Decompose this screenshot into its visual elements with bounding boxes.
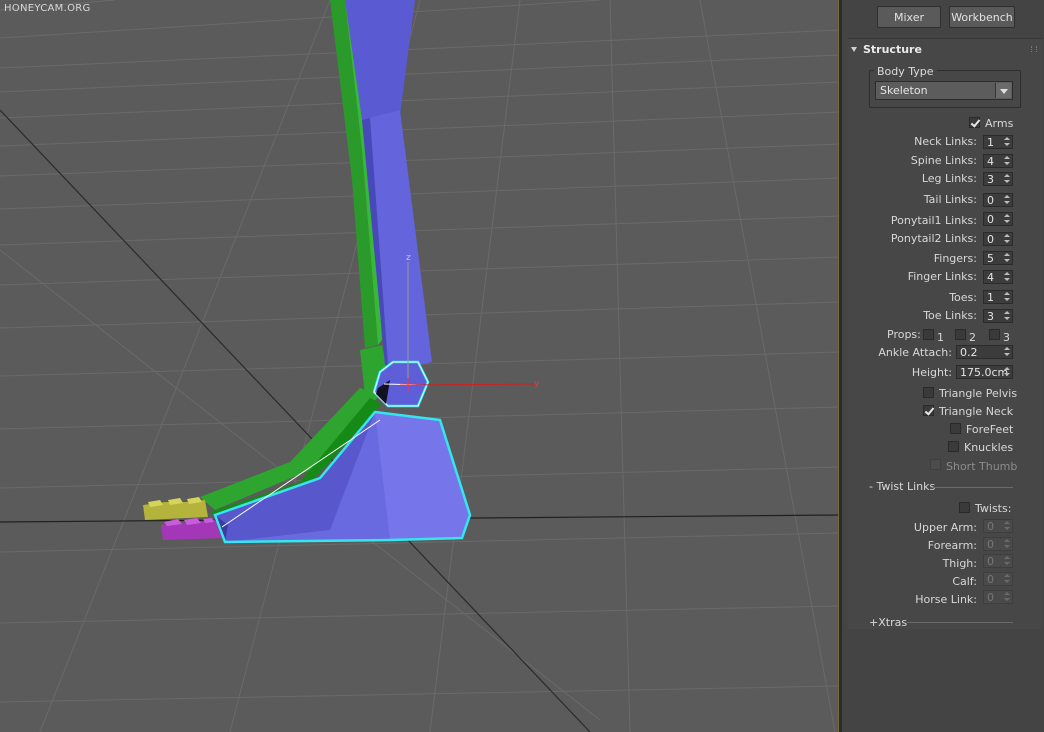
ponytail1-links-spinner[interactable]: 0 xyxy=(983,212,1013,226)
spine-links-spinner[interactable]: 4 xyxy=(983,154,1013,168)
viewport-scene[interactable]: z y xyxy=(0,0,840,732)
spinner-arrows-icon xyxy=(1003,521,1011,531)
ankle-attach-label: Ankle Attach: xyxy=(878,346,952,359)
spinner-arrows-icon xyxy=(1003,367,1011,377)
spinner-arrows-icon xyxy=(1003,137,1011,147)
props-label: Props: xyxy=(887,328,921,341)
twist-links-separator xyxy=(933,487,1013,488)
ponytail2-links-label: Ponytail2 Links: xyxy=(890,232,977,245)
spinner-arrows-icon xyxy=(1003,292,1011,302)
toes-label: Toes: xyxy=(949,291,977,304)
twist-links-section-label[interactable]: - Twist Links xyxy=(869,480,935,493)
mixer-button[interactable]: Mixer xyxy=(877,6,941,28)
knuckles-label: Knuckles xyxy=(964,441,1014,454)
spinner-arrows-icon xyxy=(1003,592,1011,602)
toes-spinner[interactable]: 1 xyxy=(983,290,1013,304)
prop3-label: 3 xyxy=(1003,331,1010,344)
spinner-arrows-icon xyxy=(1003,347,1011,357)
height-label: Height: xyxy=(911,366,952,379)
leg-links-label: Leg Links: xyxy=(921,172,977,185)
upper-arm-spinner[interactable]: 0 xyxy=(983,519,1013,533)
spinner-arrows-icon xyxy=(1003,156,1011,166)
toe-links-spinner[interactable]: 3 xyxy=(983,309,1013,323)
spinner-arrows-icon xyxy=(1003,272,1011,282)
calf-spinner[interactable]: 0 xyxy=(983,572,1013,586)
body-type-dropdown[interactable]: Skeleton xyxy=(875,81,1013,100)
thigh-label: Thigh: xyxy=(942,557,977,570)
leg-links-spinner[interactable]: 3 xyxy=(983,172,1013,186)
viewport-perspective[interactable]: z y HONEYCAM.ORG xyxy=(0,0,840,732)
neck-links-label: Neck Links: xyxy=(914,135,977,148)
viewport-divider[interactable] xyxy=(838,0,842,732)
body-type-label: Body Type xyxy=(874,65,937,78)
body-type-value: Skeleton xyxy=(880,84,928,97)
selected-foot[interactable] xyxy=(213,360,472,544)
arms-label: Arms xyxy=(985,117,1014,130)
short-thumb-label: Short Thumb xyxy=(946,460,1018,473)
horse-link-label: Horse Link: xyxy=(915,593,977,606)
prop2-label: 2 xyxy=(969,331,976,344)
triangle-pelvis-checkbox[interactable] xyxy=(923,387,934,398)
structure-rollout: Structure Body Type Skeleton Arms Neck L… xyxy=(847,38,1043,629)
prop1-checkbox[interactable] xyxy=(923,329,934,340)
axis-z-label: z xyxy=(406,253,411,263)
calf-label: Calf: xyxy=(952,575,977,588)
ponytail2-links-spinner[interactable]: 0 xyxy=(983,232,1013,246)
arms-checkbox[interactable] xyxy=(969,117,980,128)
toe-magenta[interactable] xyxy=(161,518,222,540)
workbench-button[interactable]: Workbench xyxy=(949,6,1015,28)
triangle-pelvis-label: Triangle Pelvis xyxy=(939,387,1018,400)
thigh-spinner[interactable]: 0 xyxy=(983,554,1013,568)
spinner-arrows-icon xyxy=(1003,253,1011,263)
xtras-separator xyxy=(907,622,1013,623)
horse-link-spinner[interactable]: 0 xyxy=(983,590,1013,604)
command-panel: Mixer Workbench Structure Body Type Skel… xyxy=(843,0,1044,732)
forefeet-checkbox[interactable] xyxy=(950,423,961,434)
twists-label: Twists: xyxy=(975,502,1012,515)
finger-links-spinner[interactable]: 4 xyxy=(983,270,1013,284)
spine-links-label: Spine Links: xyxy=(910,154,977,167)
triangle-neck-label: Triangle Neck xyxy=(939,405,1014,418)
prop1-label: 1 xyxy=(937,331,944,344)
prop2-checkbox[interactable] xyxy=(955,329,966,340)
ponytail1-links-label: Ponytail1 Links: xyxy=(890,214,977,227)
twists-checkbox[interactable] xyxy=(959,502,970,513)
tail-links-label: Tail Links: xyxy=(923,193,977,206)
axis-y-label: y xyxy=(534,379,540,389)
spinner-arrows-icon xyxy=(1003,195,1011,205)
upper-arm-label: Upper Arm: xyxy=(913,521,977,534)
spinner-arrows-icon xyxy=(1003,574,1011,584)
neck-links-spinner[interactable]: 1 xyxy=(983,135,1013,149)
fingers-spinner[interactable]: 5 xyxy=(983,251,1013,265)
forefeet-label: ForeFeet xyxy=(966,423,1014,436)
collapse-triangle-icon xyxy=(851,47,857,52)
chevron-down-icon[interactable] xyxy=(995,83,1011,98)
spinner-arrows-icon xyxy=(1003,556,1011,566)
prop3-checkbox[interactable] xyxy=(989,329,1000,340)
panel-toolbar: Mixer Workbench xyxy=(843,0,1044,36)
spinner-arrows-icon xyxy=(1003,174,1011,184)
short-thumb-checkbox[interactable] xyxy=(930,459,941,470)
watermark: HONEYCAM.ORG xyxy=(4,3,91,14)
rollout-grip-icon[interactable] xyxy=(1031,46,1037,52)
forearm-label: Forearm: xyxy=(927,539,977,552)
triangle-neck-checkbox[interactable] xyxy=(923,405,934,416)
structure-title: Structure xyxy=(863,43,922,56)
tail-links-spinner[interactable]: 0 xyxy=(983,193,1013,207)
height-spinner[interactable]: 175.0cm xyxy=(956,365,1013,379)
spinner-arrows-icon xyxy=(1003,234,1011,244)
toe-links-label: Toe Links: xyxy=(923,309,977,322)
forearm-spinner[interactable]: 0 xyxy=(983,537,1013,551)
spinner-arrows-icon xyxy=(1003,311,1011,321)
structure-rollout-header[interactable]: Structure xyxy=(851,43,922,56)
finger-links-label: Finger Links: xyxy=(907,270,977,283)
fingers-label: Fingers: xyxy=(933,252,977,265)
spinner-arrows-icon xyxy=(1003,214,1011,224)
spinner-arrows-icon xyxy=(1003,539,1011,549)
knuckles-checkbox[interactable] xyxy=(948,441,959,452)
ankle-attach-spinner[interactable]: 0.2 xyxy=(956,345,1013,359)
xtras-section-label[interactable]: +Xtras xyxy=(869,616,907,629)
toe-yellow[interactable] xyxy=(143,497,208,520)
